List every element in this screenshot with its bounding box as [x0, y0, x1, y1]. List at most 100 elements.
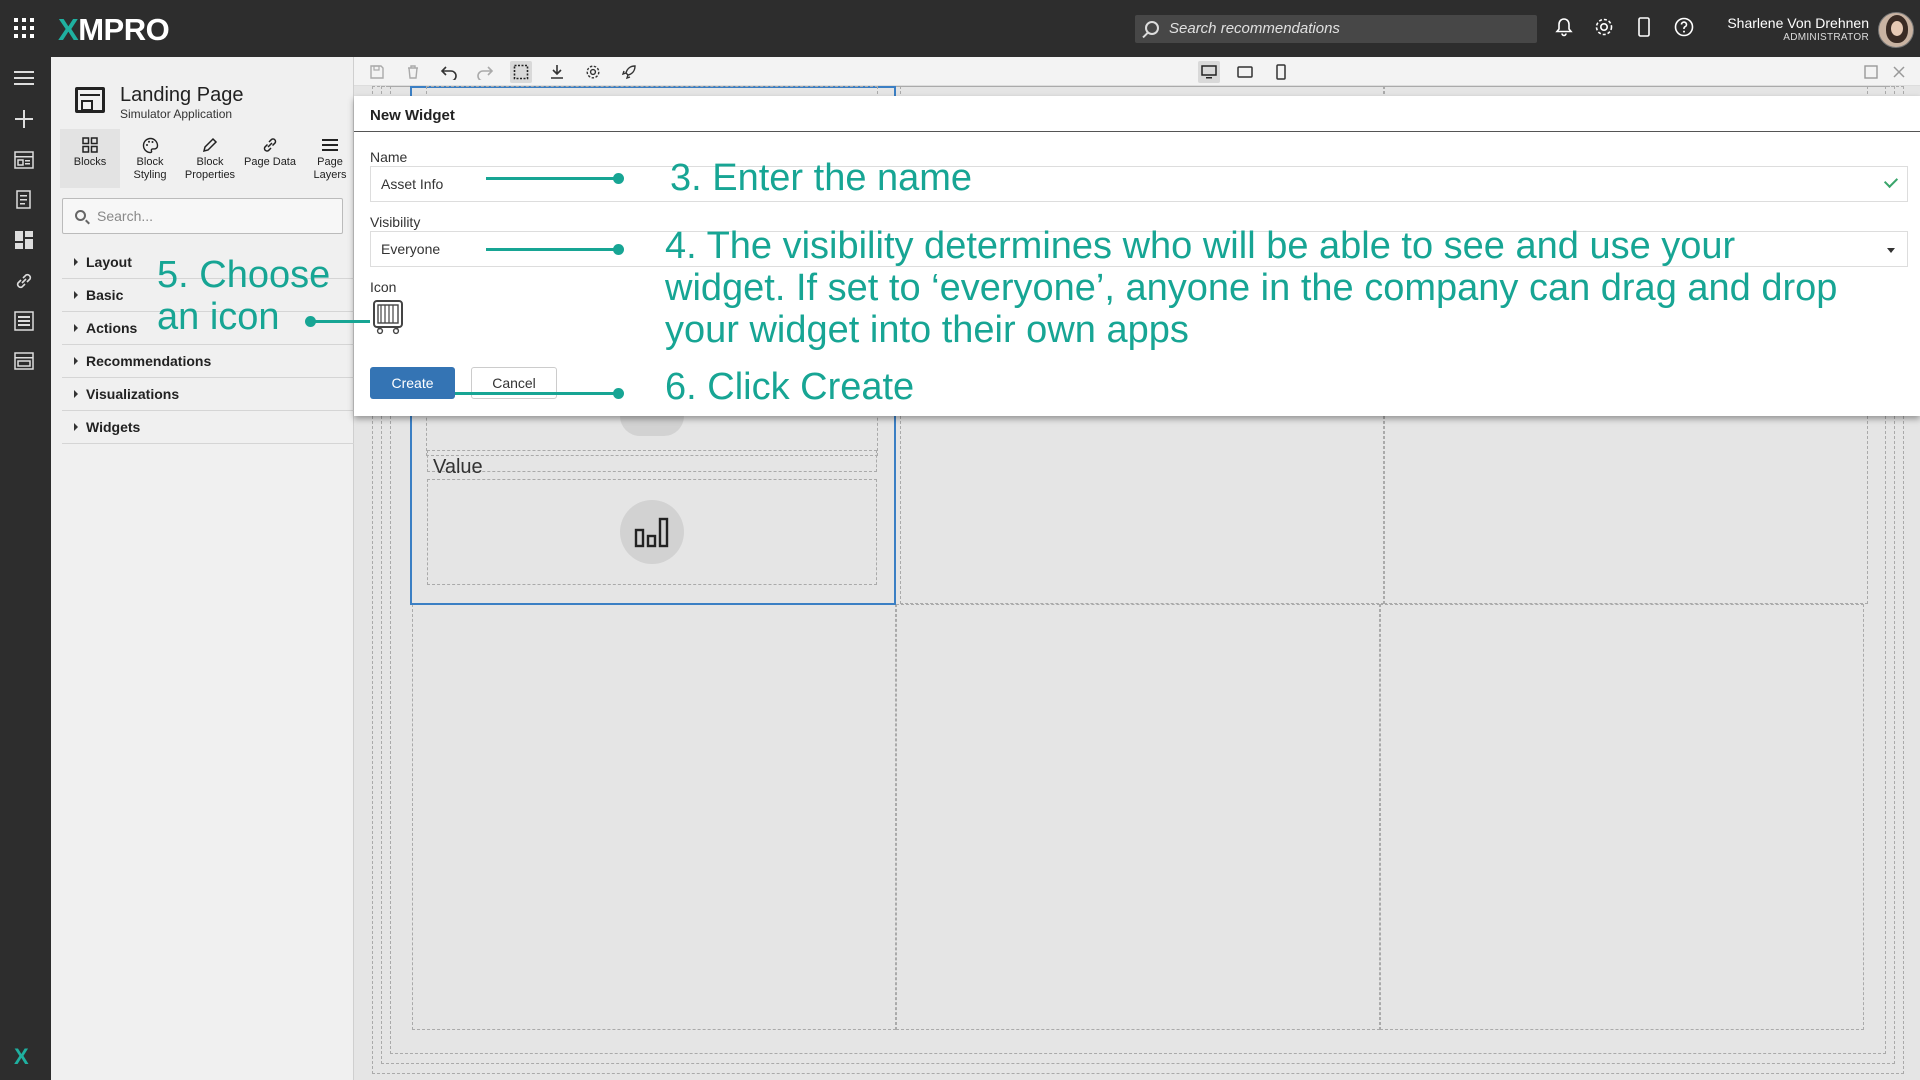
rocket-icon[interactable] — [618, 61, 640, 83]
app-launcher-icon[interactable] — [14, 18, 34, 38]
dialog-divider — [354, 131, 1920, 132]
menu-icon[interactable] — [13, 67, 35, 89]
top-bar: XMPRO Search recommendations Sharlene Vo… — [0, 0, 1920, 57]
column-middle-bottom — [896, 604, 1380, 1030]
caret-right-icon — [74, 258, 78, 266]
annotation-step-4-line-1: 4. The visibility determines who will be… — [665, 225, 1736, 267]
undo-icon[interactable] — [438, 61, 460, 83]
tablet-view-icon[interactable] — [1234, 61, 1256, 83]
bar-chart-icon — [634, 517, 669, 548]
desktop-view-icon[interactable] — [1198, 61, 1220, 83]
maximize-icon[interactable] — [1860, 61, 1882, 83]
recommendations-icon[interactable] — [13, 189, 35, 211]
select-outline-icon[interactable] — [510, 61, 532, 83]
avatar[interactable] — [1878, 12, 1914, 48]
palette-icon — [120, 135, 180, 155]
link-icon[interactable] — [13, 270, 35, 292]
category-label: Recommendations — [86, 353, 212, 369]
annotation-pointer-create — [455, 392, 620, 395]
block-manager-panel: Landing Page Simulator Application Block… — [51, 57, 354, 1080]
tab-page-data[interactable]: Page Data — [240, 129, 300, 188]
xmpro-x-icon[interactable]: X — [14, 1044, 29, 1070]
link-icon — [240, 135, 300, 155]
annotation-dot-name — [613, 173, 624, 184]
chevron-down-icon — [1887, 248, 1895, 253]
icon-label: Icon — [370, 279, 397, 295]
annotation-pointer-name — [486, 177, 620, 180]
name-label: Name — [370, 149, 408, 165]
search-placeholder: Search recommendations — [1169, 20, 1340, 37]
name-value: Asset Info — [381, 176, 444, 192]
tab-label: Page Data — [244, 156, 296, 168]
annotation-dot-create — [613, 388, 624, 399]
logo-text: MPRO — [78, 12, 170, 47]
value-label: Value — [433, 456, 483, 478]
page-subtitle: Simulator Application — [120, 107, 233, 121]
plus-icon[interactable] — [13, 108, 35, 130]
save-icon[interactable] — [366, 61, 388, 83]
create-button[interactable]: Create — [370, 367, 455, 399]
category-label: Layout — [86, 254, 132, 270]
apps-icon[interactable] — [13, 149, 35, 171]
help-icon[interactable] — [1673, 16, 1695, 38]
tab-label: Blocks — [73, 156, 107, 168]
tab-block-styling[interactable]: Block Styling — [120, 129, 180, 188]
value-text-block[interactable] — [427, 450, 877, 472]
download-icon[interactable] — [546, 61, 568, 83]
caret-right-icon — [74, 324, 78, 332]
column-left-bottom — [412, 604, 896, 1030]
annotation-dot-visibility — [613, 244, 624, 255]
annotation-step-3: 3. Enter the name — [670, 157, 973, 199]
bell-icon[interactable] — [1553, 16, 1575, 38]
dashboard-icon[interactable] — [13, 229, 35, 251]
annotation-step-4-line-2: widget. If set to ‘everyone’, anyone in … — [665, 267, 1838, 309]
mobile-icon[interactable] — [1633, 16, 1655, 38]
name-input[interactable]: Asset Info — [370, 166, 1908, 202]
dialog-title: New Widget — [370, 107, 455, 124]
valid-check-icon — [1883, 173, 1899, 189]
close-icon[interactable] — [1888, 61, 1910, 83]
settings-icon[interactable] — [582, 61, 604, 83]
xmpro-logo[interactable]: XMPRO — [58, 12, 170, 48]
tab-label: Block Styling — [133, 156, 167, 181]
search-icon — [75, 210, 86, 221]
left-rail: X — [0, 57, 51, 1080]
redo-icon[interactable] — [474, 61, 496, 83]
icon-picker[interactable] — [371, 298, 405, 336]
widgets-icon[interactable] — [13, 350, 35, 372]
editor-toolbar — [354, 57, 1920, 86]
delete-icon[interactable] — [402, 61, 424, 83]
category-recommendations[interactable]: Recommendations — [62, 345, 354, 378]
annotation-step-5-line-2: an icon — [157, 296, 280, 338]
visibility-value: Everyone — [381, 241, 441, 257]
data-streams-icon[interactable] — [13, 310, 35, 332]
tab-label: Block Properties — [184, 156, 236, 181]
category-label: Basic — [86, 287, 124, 303]
mobile-view-icon[interactable] — [1270, 61, 1292, 83]
search-recommendations-input[interactable]: Search recommendations — [1135, 15, 1537, 43]
visibility-label: Visibility — [370, 214, 421, 230]
annotation-step-5-line-1: 5. Choose — [157, 254, 331, 296]
page-icon — [75, 87, 105, 113]
user-name[interactable]: Sharlene Von Drehnen — [1727, 15, 1869, 31]
panel-tabs: Blocks Block Styling Block Properties Pa… — [60, 129, 360, 188]
layers-icon — [300, 135, 360, 155]
gear-icon[interactable] — [1593, 16, 1615, 38]
search-icon — [1145, 21, 1159, 35]
column-right-bottom — [1380, 604, 1864, 1030]
tab-blocks[interactable]: Blocks — [60, 129, 120, 188]
category-visualizations[interactable]: Visualizations — [62, 378, 354, 411]
blocks-search-input[interactable]: Search... — [62, 198, 343, 234]
annotation-step-6: 6. Click Create — [665, 366, 915, 408]
server-rack-icon — [373, 300, 403, 335]
category-widgets[interactable]: Widgets — [62, 411, 354, 444]
page-title: Landing Page — [120, 84, 244, 106]
user-role: ADMINISTRATOR — [1783, 32, 1869, 43]
annotation-pointer-icon — [312, 320, 370, 323]
tab-block-properties[interactable]: Block Properties — [180, 129, 240, 188]
caret-right-icon — [74, 423, 78, 431]
tab-page-layers[interactable]: Page Layers — [300, 129, 360, 188]
chart-placeholder-top — [620, 416, 684, 436]
annotation-step-4-line-3: your widget into their own apps — [665, 309, 1189, 351]
category-label: Visualizations — [86, 386, 180, 402]
